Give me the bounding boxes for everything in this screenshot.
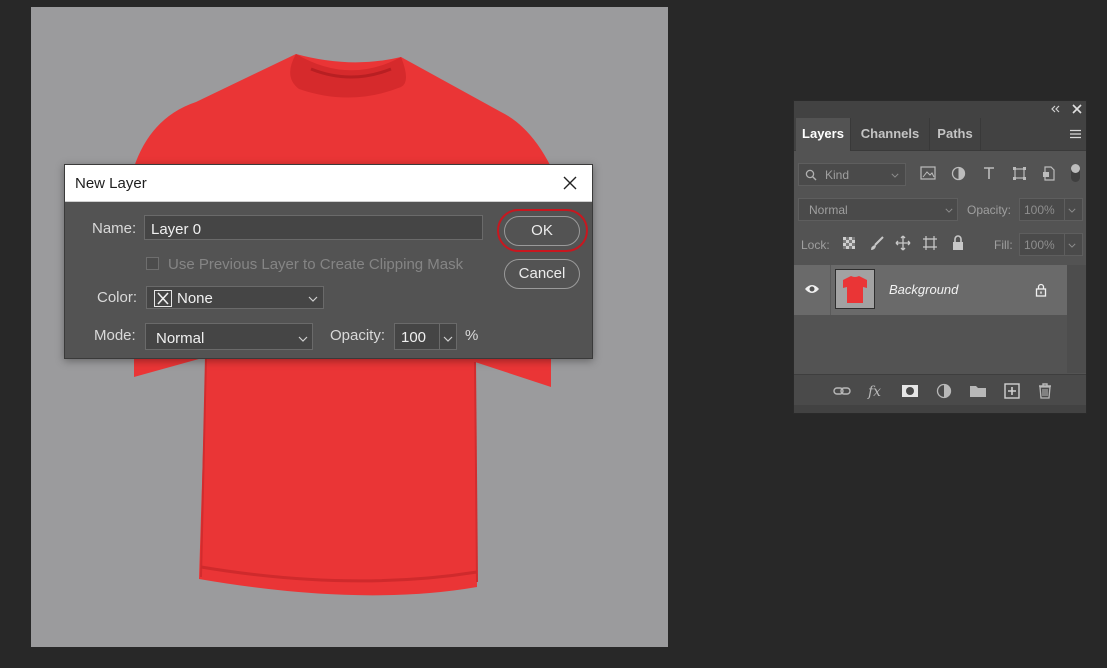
no-color-icon [154,290,172,307]
svg-text:fx: fx [867,384,881,400]
tab-channels[interactable]: Channels [851,118,929,151]
mode-select[interactable]: Normal [145,323,313,350]
lock-artboard-icon[interactable] [922,235,938,251]
chevron-down-icon [891,173,899,178]
shape-filter-icon[interactable] [1012,166,1027,181]
new-layer-icon[interactable] [1002,381,1022,401]
ok-highlight-ring [497,209,588,252]
eye-visibility-icon[interactable] [804,283,820,295]
lock-all-icon[interactable] [951,235,965,251]
color-label: Color: [97,289,138,306]
tab-layers[interactable]: Layers [796,118,850,151]
layer-lock-icon [1035,283,1047,297]
layers-bottom-toolbar: fx [794,374,1086,406]
panel-resize-grip[interactable] [794,405,1086,413]
clipping-mask-checkbox[interactable] [146,257,159,270]
tab-paths[interactable]: Paths [930,118,980,151]
type-filter-icon[interactable] [982,166,996,180]
name-label: Name: [92,220,137,237]
chevron-down-icon [308,296,318,302]
mode-label: Mode: [94,327,136,344]
filter-kind-value: Kind [825,168,850,182]
name-input-value: Layer 0 [151,221,202,238]
opacity-input[interactable]: 100 [394,323,457,350]
add-mask-icon[interactable] [900,381,920,401]
chevron-down-icon [945,208,953,213]
smart-object-filter-icon[interactable] [1042,166,1056,181]
lock-transparency-icon[interactable] [842,236,856,250]
layer-name[interactable]: Background [889,282,958,297]
close-icon[interactable] [1072,104,1082,114]
panel-opacity-input[interactable]: 100% [1019,198,1083,221]
color-select[interactable]: None [146,286,324,309]
name-input[interactable]: Layer 0 [144,215,483,240]
layer-row-background[interactable]: Background [794,265,1067,315]
layers-scrollbar[interactable] [1067,265,1086,373]
opacity-label: Opacity: [330,327,386,344]
close-icon[interactable] [558,171,582,195]
panel-menu-icon[interactable] [1070,129,1081,139]
chevron-down-icon [298,336,308,342]
cancel-button[interactable]: Cancel [504,259,580,289]
fx-layer-style-icon[interactable]: fx [866,381,886,401]
trash-delete-icon[interactable] [1035,381,1055,401]
chevron-down-icon[interactable] [443,336,453,342]
clipping-mask-label: Use Previous Layer to Create Clipping Ma… [168,256,464,273]
fill-value: 100% [1024,238,1055,252]
lock-label: Lock: [801,238,830,252]
blend-mode-select[interactable]: Normal [798,198,958,221]
panel-top-bar [794,101,1086,118]
collapse-icon[interactable] [1050,105,1060,113]
new-layer-dialog: New Layer Name: Layer 0 Use Previous Lay… [64,164,593,359]
color-select-value: None [177,290,213,307]
lock-position-move-icon[interactable] [895,235,911,251]
blend-mode-value: Normal [809,203,848,217]
panel-opacity-label: Opacity: [967,203,1012,217]
panel-tabs: Layers Channels Paths [794,118,1086,151]
layer-thumbnail [835,269,875,309]
opacity-unit: % [465,327,479,344]
dialog-title: New Layer [75,175,147,192]
fill-label: Fill: [994,238,1013,252]
chevron-down-icon [1068,243,1076,248]
new-group-folder-icon[interactable] [968,381,988,401]
lock-pixels-brush-icon[interactable] [869,235,885,251]
opacity-input-value: 100 [401,329,427,346]
chevron-down-icon [1068,208,1076,213]
link-layers-icon[interactable] [832,381,852,401]
pixel-filter-icon[interactable] [920,166,936,180]
search-icon [805,169,817,181]
filter-toggle[interactable] [1071,164,1080,182]
adjustment-filter-icon[interactable] [951,166,966,181]
panel-opacity-value: 100% [1024,203,1055,217]
fill-input[interactable]: 100% [1019,233,1083,256]
adjustment-layer-icon[interactable] [934,381,954,401]
layers-panel: Layers Channels Paths Kind Normal Opacit… [793,100,1087,414]
dialog-title-bar: New Layer [65,165,592,202]
layer-filter-select[interactable]: Kind [798,163,906,186]
mode-select-value: Normal [156,330,205,347]
